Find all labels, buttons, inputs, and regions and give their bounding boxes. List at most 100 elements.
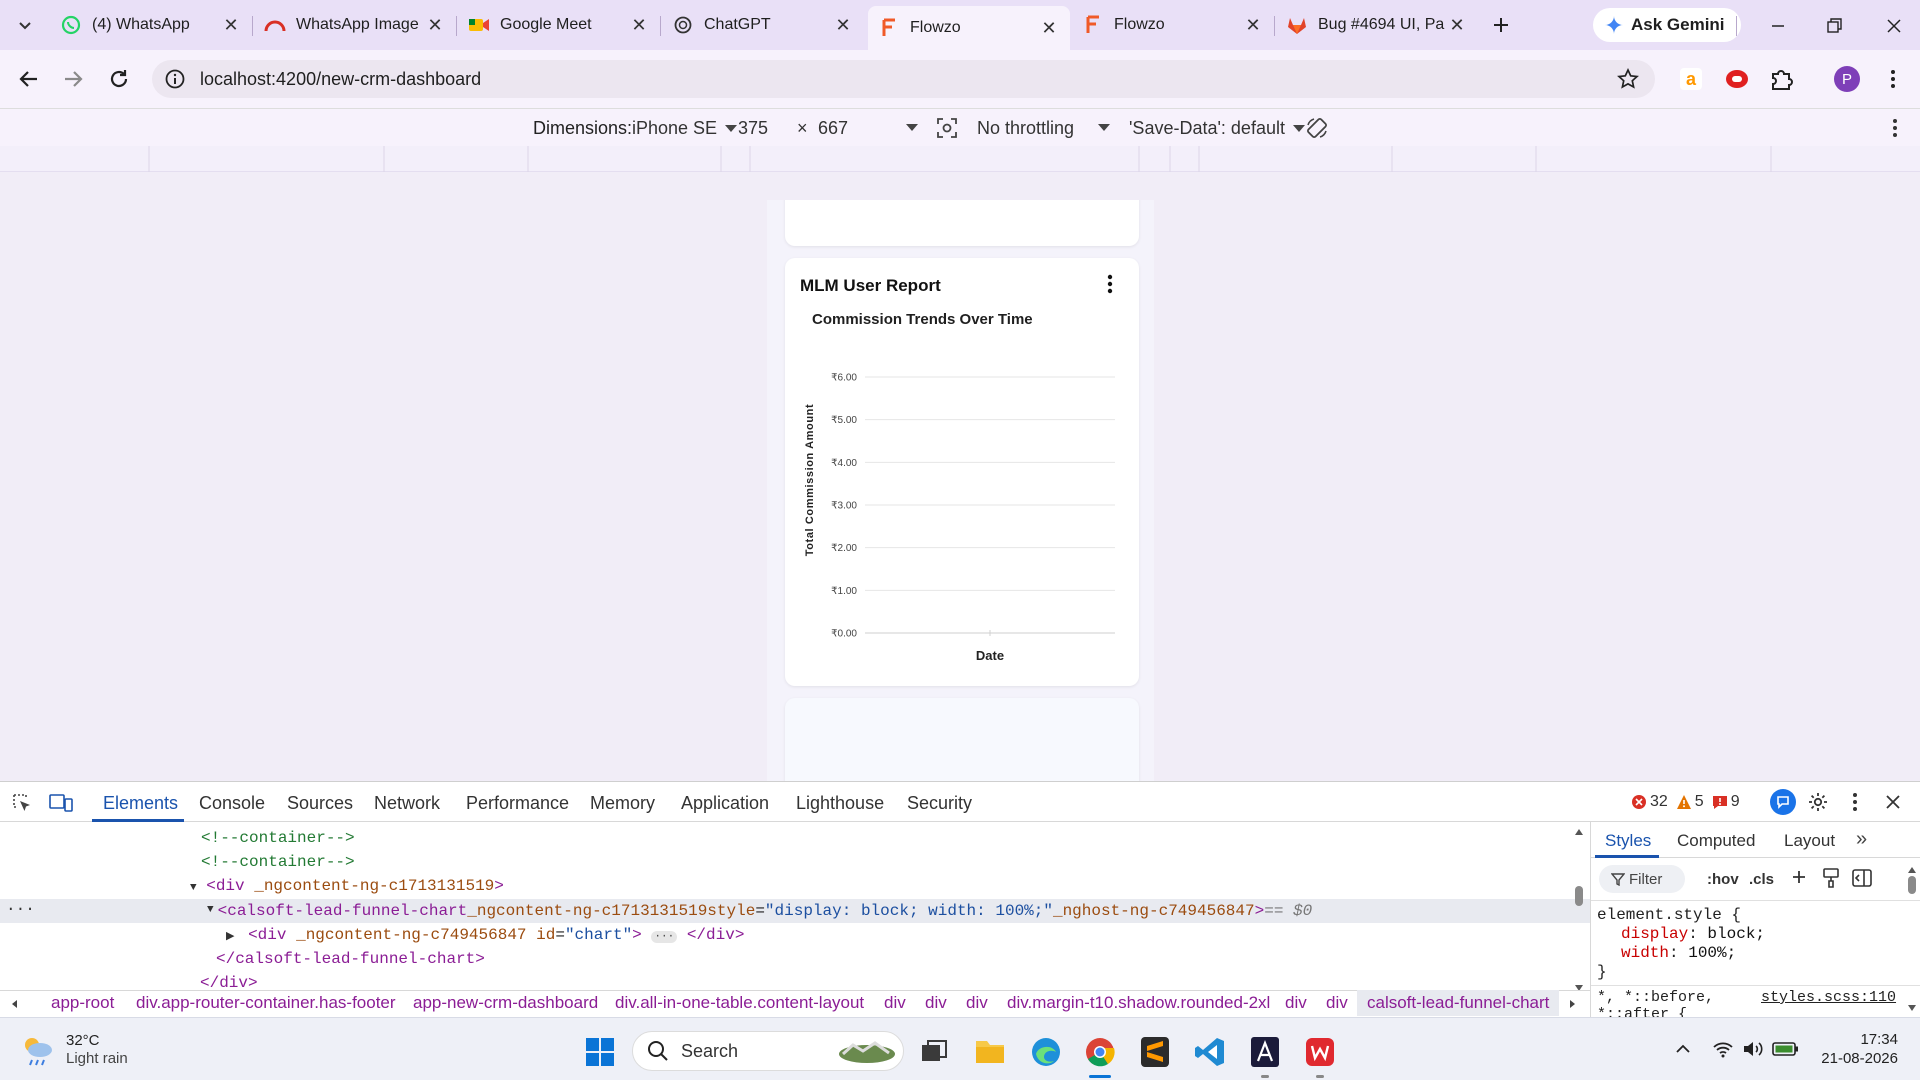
save-data-select[interactable]: 'Save-Data': default (1129, 118, 1305, 139)
ai-assistance-icon[interactable] (1770, 789, 1796, 815)
tab-styles[interactable]: Styles (1605, 831, 1651, 851)
browser-tab[interactable]: (4) WhatsApp ✕ (50, 6, 252, 44)
browser-tab[interactable]: ChatGPT ✕ (662, 6, 864, 44)
close-tab-icon[interactable]: ✕ (424, 14, 446, 36)
close-tab-icon[interactable]: ✕ (220, 14, 242, 36)
minimize-icon[interactable] (1766, 14, 1790, 38)
task-view-icon[interactable] (920, 1039, 948, 1065)
forward-icon[interactable] (60, 66, 86, 92)
rule-source-link[interactable]: styles.scss:110 (1761, 989, 1896, 1006)
reload-icon[interactable] (106, 66, 132, 92)
browser-tab-active[interactable]: Flowzo ✕ (868, 6, 1070, 50)
start-windows-icon[interactable] (585, 1037, 615, 1067)
extensions-puzzle-icon[interactable] (1768, 66, 1794, 92)
breadcrumb-shadow-div[interactable]: div.margin-t10.shadow.rounded-2xl (1007, 993, 1270, 1013)
tab-security[interactable]: Security (907, 793, 972, 814)
tab-network[interactable]: Network (374, 793, 440, 814)
vscode-icon[interactable] (1194, 1036, 1226, 1068)
tree-node-div[interactable]: ▼ <div _ngcontent-ng-c1713131519> (190, 877, 504, 895)
tab-layout[interactable]: Layout (1784, 831, 1835, 851)
browser-tab[interactable]: Google Meet ✕ (458, 6, 660, 44)
azure-data-studio-icon[interactable] (1250, 1036, 1280, 1068)
style-rule-element[interactable]: element.style { display: block; width: 1… (1597, 906, 1765, 982)
width-input[interactable]: 375 (738, 118, 768, 139)
tab-sources[interactable]: Sources (287, 793, 353, 814)
chrome-icon[interactable] (1084, 1036, 1116, 1068)
tree-comment[interactable]: <!--container--> (201, 829, 355, 847)
breadcrumb-content-layout[interactable]: div.all-in-one-table.content-layout (615, 993, 864, 1013)
filter-input[interactable]: Filter (1599, 865, 1685, 893)
restore-icon[interactable] (1822, 14, 1846, 38)
browser-tab[interactable]: WhatsApp Image ✕ (254, 6, 456, 44)
site-info-icon[interactable] (164, 68, 186, 90)
devtools-more-icon[interactable] (1846, 791, 1864, 813)
wifi-icon[interactable] (1712, 1040, 1734, 1058)
battery-icon[interactable] (1772, 1041, 1800, 1057)
breadcrumb-div[interactable]: div (1285, 993, 1307, 1013)
tree-node-chart-div[interactable]: ▶ <div _ngcontent-ng-c749456847 id="char… (226, 926, 744, 944)
close-tab-icon[interactable]: ✕ (1038, 17, 1060, 39)
cls-toggle[interactable]: .cls (1749, 871, 1774, 888)
tree-node-close[interactable]: </div> (200, 974, 258, 990)
close-tab-icon[interactable]: ✕ (1242, 14, 1264, 36)
elements-tree[interactable]: <!--container--> <!--container--> ▼ <div… (0, 822, 1590, 990)
new-tab-button[interactable] (1488, 12, 1514, 38)
screenshot-capture-icon[interactable] (935, 116, 959, 140)
more-tabs-icon[interactable]: » (1856, 828, 1867, 851)
file-explorer-icon[interactable] (974, 1037, 1006, 1065)
breadcrumb-div[interactable]: div (966, 993, 988, 1013)
extension-amazon-icon[interactable]: a (1678, 66, 1704, 92)
back-icon[interactable] (16, 66, 42, 92)
css-property[interactable]: width (1621, 944, 1669, 962)
bookmark-star-icon[interactable] (1617, 68, 1639, 90)
wps-office-icon[interactable] (1304, 1036, 1336, 1068)
breadcrumb-app-root[interactable]: app-root (51, 993, 114, 1013)
toggle-sidebar-icon[interactable] (1851, 868, 1873, 888)
height-input[interactable]: 667 (818, 118, 848, 139)
ask-gemini-button[interactable]: Ask Gemini (1593, 8, 1741, 42)
profile-avatar[interactable]: P (1834, 66, 1860, 92)
media-query-bar[interactable] (0, 146, 1920, 172)
breadcrumb-div[interactable]: div (925, 993, 947, 1013)
close-devtools-icon[interactable] (1883, 792, 1903, 812)
device-toolbar-more-icon[interactable] (1884, 116, 1906, 140)
address-bar[interactable]: localhost:4200/new-crm-dashboard (152, 60, 1655, 98)
styles-scrollbar[interactable] (1905, 864, 1919, 1014)
hov-toggle[interactable]: :hov (1707, 871, 1739, 888)
elements-scrollbar[interactable] (1572, 826, 1586, 994)
volume-icon[interactable] (1742, 1040, 1764, 1058)
css-property[interactable]: display (1621, 925, 1688, 943)
tab-application[interactable]: Application (681, 793, 769, 814)
close-window-icon[interactable] (1882, 14, 1906, 38)
device-select[interactable]: iPhone SE (632, 118, 738, 139)
tab-memory[interactable]: Memory (590, 793, 655, 814)
breadcrumb-div[interactable]: div (884, 993, 906, 1013)
extension-record-icon[interactable] (1724, 66, 1750, 92)
inspect-element-icon[interactable] (11, 792, 33, 814)
tree-node-close[interactable]: </calsoft-lead-funnel-chart> (216, 950, 485, 968)
paint-brush-icon[interactable] (1821, 867, 1841, 889)
settings-gear-icon[interactable] (1807, 791, 1829, 813)
tab-lighthouse[interactable]: Lighthouse (796, 793, 884, 814)
breadcrumb-div[interactable]: div (1326, 993, 1348, 1013)
breadcrumb-scroll-right-icon[interactable] (1567, 999, 1577, 1009)
breadcrumb-scroll-left-icon[interactable] (10, 999, 20, 1009)
weather-widget[interactable]: 32°C Light rain (20, 1032, 128, 1068)
taskbar-search[interactable]: Search (632, 1031, 904, 1071)
browser-tab[interactable]: Bug #4694 UI, Pa ✕ (1276, 6, 1478, 44)
tab-console[interactable]: Console (199, 793, 265, 814)
css-value[interactable]: block; (1707, 925, 1765, 943)
tab-performance[interactable]: Performance (466, 793, 569, 814)
css-value[interactable]: 100%; (1688, 944, 1736, 962)
breadcrumb-crm-dashboard[interactable]: app-new-crm-dashboard (413, 993, 598, 1013)
device-toggle-icon[interactable] (48, 792, 74, 814)
collapsed-content-ellipsis[interactable]: ··· (651, 931, 678, 943)
close-tab-icon[interactable]: ✕ (832, 14, 854, 36)
error-counter[interactable]: 32 5 9 (1631, 793, 1740, 811)
new-rule-icon[interactable] (1790, 868, 1810, 888)
tab-elements[interactable]: Elements (103, 793, 178, 814)
tree-comment[interactable]: <!--container--> (201, 853, 355, 871)
collapsed-triangle-icon[interactable]: ▶ (226, 931, 234, 943)
edge-icon[interactable] (1030, 1036, 1062, 1068)
close-tab-icon[interactable]: ✕ (1446, 14, 1468, 36)
